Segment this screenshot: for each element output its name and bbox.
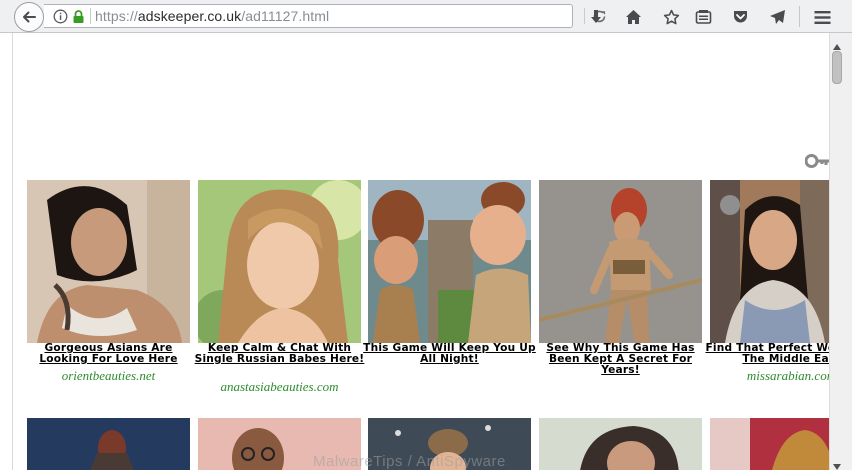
ad-source[interactable]: anastasiabeauties.com — [192, 379, 367, 395]
lock-icon[interactable] — [72, 9, 85, 29]
ad-source[interactable]: orientbeauties.net — [21, 368, 196, 384]
ad-image[interactable] — [198, 180, 361, 343]
ad-image[interactable] — [368, 180, 531, 343]
reader-list-icon[interactable] — [693, 7, 713, 27]
ad-title[interactable]: See Why This Game Has Been Kept A Secret… — [533, 343, 708, 376]
reload-separator — [584, 8, 585, 24]
ad-image[interactable] — [710, 180, 829, 343]
url-protocol: https:// — [95, 8, 138, 24]
url-host: adskeeper.co.uk — [137, 8, 242, 24]
ad-title[interactable]: Find That Perfect Woman In The Middle Ea… — [704, 343, 829, 365]
send-tab-icon[interactable] — [767, 7, 787, 27]
site-info-icon[interactable] — [53, 9, 68, 29]
ad-image[interactable] — [539, 418, 702, 470]
ad-image[interactable] — [27, 180, 190, 343]
back-button[interactable] — [14, 2, 44, 32]
toolbar-separator — [799, 6, 800, 27]
ad-source[interactable]: missarabian.com — [704, 368, 829, 384]
hamburger-menu-icon[interactable] — [812, 7, 832, 27]
home-icon[interactable] — [623, 7, 643, 27]
ad-title[interactable]: Gorgeous Asians Are Looking For Love Her… — [21, 343, 196, 365]
url-text[interactable]: https://adskeeper.co.uk/ad11127.html — [95, 8, 329, 24]
url-separator — [90, 8, 91, 24]
address-bar[interactable]: https://adskeeper.co.uk/ad11127.html — [44, 4, 606, 29]
scroll-down-icon[interactable] — [833, 457, 841, 470]
pocket-icon[interactable] — [730, 7, 750, 27]
key-icon[interactable] — [804, 153, 829, 174]
vertical-scrollbar[interactable] — [829, 33, 843, 470]
window-edge — [843, 33, 852, 470]
browser-toolbar: https://adskeeper.co.uk/ad11127.html — [0, 0, 852, 33]
arrow-left-icon — [23, 11, 36, 23]
scrollbar-thumb[interactable] — [832, 51, 842, 84]
ad-image[interactable] — [539, 180, 702, 343]
url-path: /ad11127.html — [241, 8, 330, 24]
ad-image[interactable] — [27, 418, 190, 470]
ad-image[interactable] — [710, 418, 829, 470]
ad-title[interactable]: This Game Will Keep You Up All Night! — [362, 343, 537, 365]
bookmark-star-icon[interactable] — [661, 7, 681, 27]
watermark: MalwareTips / AntiSpyware — [313, 453, 506, 470]
download-icon[interactable] — [586, 7, 606, 27]
ad-title[interactable]: Keep Calm & Chat With Single Russian Bab… — [192, 343, 367, 365]
page-content: Gorgeous Asians Are Looking For Love Her… — [12, 33, 829, 470]
